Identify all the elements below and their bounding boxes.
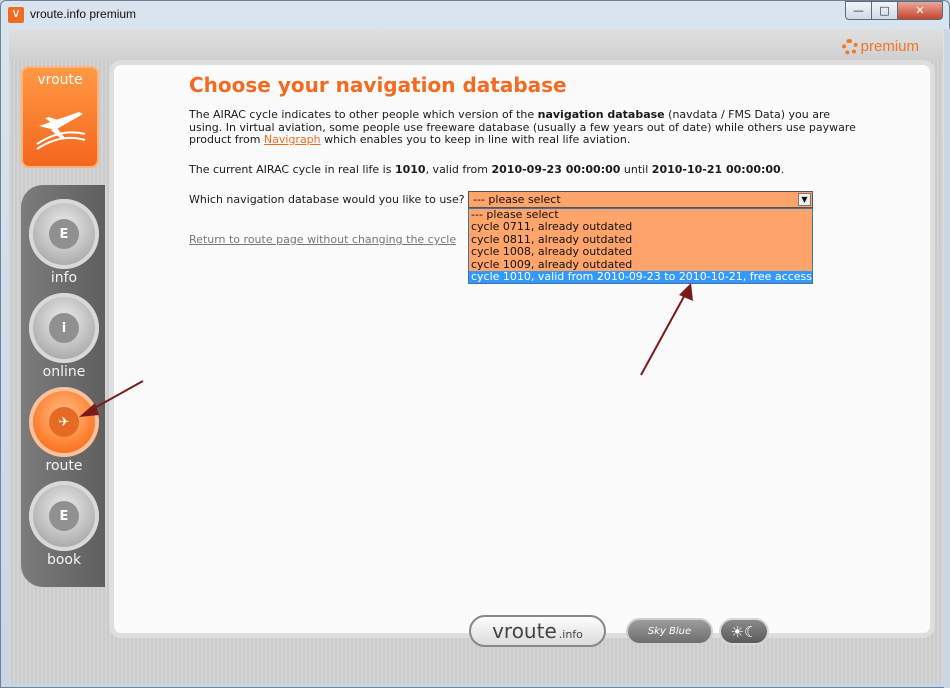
airac-text: , valid from (425, 162, 492, 176)
select-value: --- please select (473, 193, 561, 206)
airac-text: . (780, 162, 785, 176)
return-link[interactable]: Return to route page without changing th… (189, 233, 456, 246)
vroute-suffix: .info (558, 627, 583, 641)
navigraph-link[interactable]: Navigraph (264, 133, 321, 146)
info-nav-icon: E (29, 199, 99, 269)
dropdown-option-highlighted[interactable]: cycle 1010, valid from 2010-09-23 to 201… (469, 270, 812, 284)
airplane-icon (36, 112, 86, 150)
route-nav-icon: ✈ (29, 387, 99, 457)
dropdown-option[interactable]: cycle 1008, already outdated (469, 245, 812, 258)
app-header: premium (9, 29, 943, 61)
app-chrome: premium vroute E info i online ✈ route E… (9, 29, 943, 683)
window-title: vroute.info premium (30, 7, 137, 21)
intro-text: which enables you to keep in line with r… (320, 133, 631, 146)
info-icon: i (49, 313, 79, 343)
book-nav-icon: E (29, 481, 99, 551)
vroute-label: vroute (492, 619, 557, 643)
dropdown-option[interactable]: cycle 0711, already outdated (469, 220, 812, 233)
question-label: Which navigation database would you like… (189, 193, 465, 206)
brand-label: vroute (37, 72, 83, 88)
sun-moon-icon: ☀☾ (730, 622, 758, 641)
sidebar-item-label: route (45, 458, 83, 474)
intro-paragraph: The AIRAC cycle indicates to other peopl… (189, 108, 857, 147)
sidebar-item-info[interactable]: E info (29, 199, 99, 286)
page-title: Choose your navigation database (189, 73, 567, 97)
sidebar-item-book[interactable]: E book (29, 481, 99, 568)
title-bar: V vroute.info premium — □ ✕ (1, 1, 949, 29)
brand-tile[interactable]: vroute (21, 66, 99, 168)
maximize-button[interactable]: □ (872, 1, 898, 20)
content-body: Choose your navigation database The AIRA… (189, 71, 889, 285)
airac-from: 2010-09-23 00:00:00 (491, 162, 621, 176)
sky-blue-button[interactable]: Sky Blue (626, 618, 713, 645)
sidebar-item-online[interactable]: i online (29, 293, 99, 380)
sidebar-item-label: online (42, 364, 86, 380)
plane-icon: ✈ (49, 407, 79, 437)
airac-info: The current AIRAC cycle in real life is … (189, 163, 889, 176)
minimize-button[interactable]: — (845, 1, 872, 20)
content-panel: Choose your navigation database The AIRA… (109, 60, 935, 638)
premium-label: premium (860, 38, 919, 55)
vroute-home-button[interactable]: vroute .info (469, 615, 606, 647)
airac-text: until (620, 162, 652, 176)
close-button[interactable]: ✕ (898, 1, 943, 20)
gear-icon (841, 38, 858, 55)
intro-text: The AIRAC cycle indicates to other peopl… (189, 108, 538, 121)
sidebar-item-route[interactable]: ✈ route (29, 387, 99, 474)
sidebar-item-label: info (50, 270, 78, 286)
theme-toggle-button[interactable]: ☀☾ (719, 618, 769, 645)
database-select[interactable]: --- please select ▼ (468, 191, 813, 208)
app-icon: V (8, 7, 24, 23)
footer-bar: vroute .info Sky Blue ☀☾ (9, 609, 943, 679)
app-window: V vroute.info premium — □ ✕ premium vrou… (0, 0, 950, 688)
online-nav-icon: i (29, 293, 99, 363)
airac-text: The current AIRAC cycle in real life is (189, 162, 395, 176)
sidebar-rail: E info i online ✈ route E book (21, 185, 105, 587)
chevron-down-icon[interactable]: ▼ (798, 193, 811, 206)
airac-until: 2010-10-21 00:00:00 (651, 162, 781, 176)
document-icon: E (49, 219, 79, 249)
airac-cycle: 1010 (394, 162, 426, 176)
window-controls: — □ ✕ (845, 1, 943, 20)
sky-blue-label: Sky Blue (647, 626, 692, 637)
window-edge (944, 29, 950, 688)
premium-badge[interactable]: premium (841, 38, 919, 55)
book-icon: E (49, 501, 79, 531)
database-dropdown-list: --- please select cycle 0711, already ou… (468, 208, 813, 285)
intro-bold: navigation database (537, 108, 665, 121)
sidebar-item-label: book (46, 552, 82, 568)
